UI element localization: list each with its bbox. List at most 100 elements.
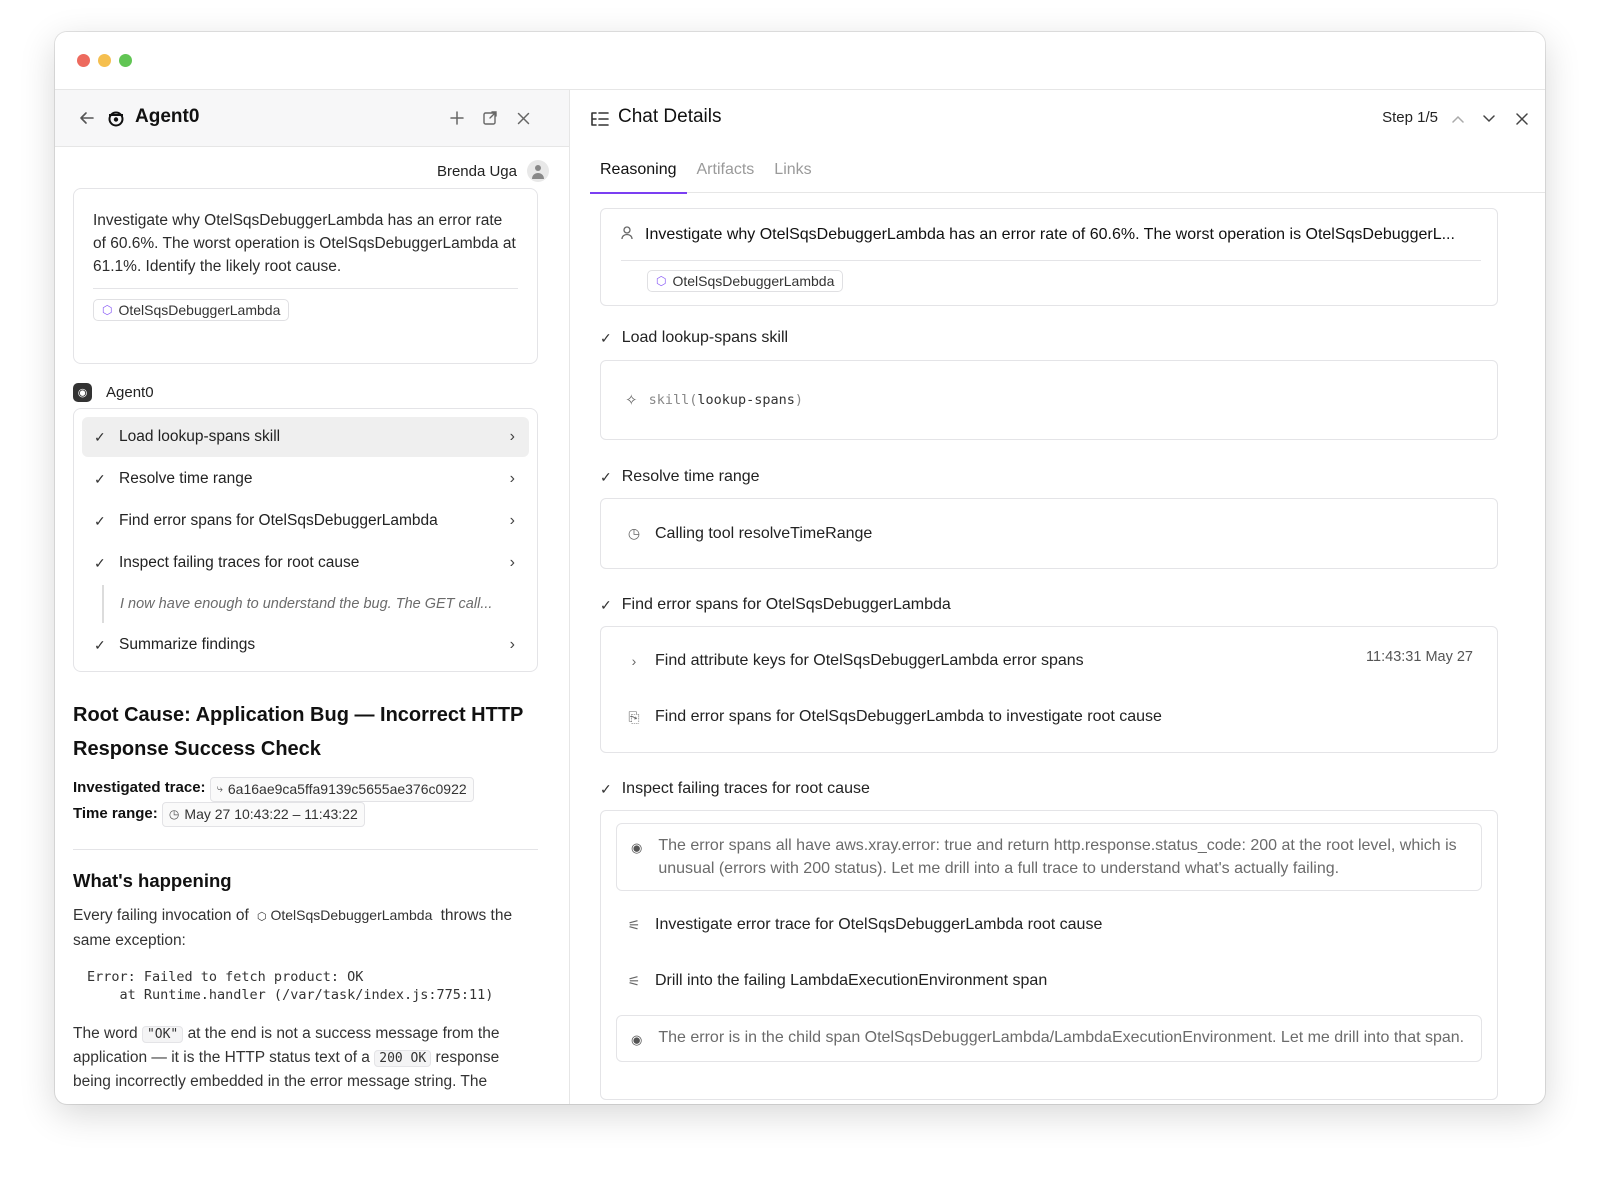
trace-row: Investigated trace: ⤷ 6a16ae9ca5ffa9139c… <box>73 776 538 802</box>
row-text: Drill into the failing LambdaExecutionEn… <box>655 972 1048 989</box>
section-title: Find error spans for OtelSqsDebuggerLamb… <box>621 596 951 613</box>
agent-chat-header: Agent0 <box>55 90 569 147</box>
trace-id-chip[interactable]: ⤷ 6a16ae9ca5ffa9139c5655ae376c0922 <box>209 777 474 802</box>
time-row: Time range: ◷ May 27 10:43:22 – 11:43:22 <box>73 802 538 827</box>
list-tree-icon <box>590 107 610 131</box>
back-arrow-icon[interactable] <box>77 106 97 130</box>
new-chat-plus-icon[interactable] <box>447 106 467 130</box>
agent-response-header: ◉ Agent0 <box>73 383 154 402</box>
report-title: Root Cause: Application Bug — Incorrect … <box>73 704 524 760</box>
request-text: Investigate why OtelSqsDebuggerLambda ha… <box>645 225 1455 243</box>
section-heading: What's happening <box>73 870 232 891</box>
thought-text: The error spans all have aws.xray.error:… <box>658 837 1457 877</box>
step-item-load-skill[interactable]: ✓ Load lookup-spans skill › <box>82 417 529 457</box>
inline-code: "OK" <box>141 1026 184 1043</box>
chevron-right-icon: › <box>509 428 515 445</box>
section-inspect-traces[interactable]: ✓ Inspect failing traces for root cause <box>600 779 1498 799</box>
chevron-right-icon: › <box>509 636 515 653</box>
service-inline-label: OtelSqsDebuggerLambda <box>270 907 433 923</box>
agent-logo-icon: ◉ <box>631 1032 643 1047</box>
time-range: May 27 10:43:22 – 11:43:22 <box>184 806 358 822</box>
step-item-find-error-spans[interactable]: ✓ Find error spans for OtelSqsDebuggerLa… <box>82 501 529 541</box>
agent-logo-icon: ◉ <box>631 840 643 855</box>
report-paragraph: Every failing invocation of ⬡ OtelSqsDeb… <box>73 904 538 952</box>
trace-icon: ⤷ <box>216 783 223 795</box>
chevron-down-icon[interactable] <box>1480 107 1498 131</box>
chevron-right-icon: › <box>509 512 515 529</box>
trace-id: 6a16ae9ca5ffa9139c5655ae376c0922 <box>227 781 467 797</box>
code-block: Error: Failed to fetch product: OK at Ru… <box>87 969 494 1003</box>
panel-title: Chat Details <box>618 106 722 127</box>
thought-box: ◉ The error is in the child span OtelSqs… <box>616 1015 1482 1062</box>
find-error-spans-row[interactable]: ⎘ Find error spans for OtelSqsDebuggerLa… <box>625 705 1497 729</box>
request-chip-row: ⬡ OtelSqsDebuggerLambda <box>647 270 1481 292</box>
cube-icon: ⬡ <box>656 274 667 288</box>
investigate-trace-row[interactable]: ⚟ Investigate error trace for OtelSqsDeb… <box>616 913 1482 937</box>
para-text: The word <box>73 1025 138 1042</box>
tool-call-text: Calling tool resolveTimeRange <box>655 524 873 542</box>
drill-span-row[interactable]: ⚟ Drill into the failing LambdaExecution… <box>616 969 1482 993</box>
section-title: Resolve time range <box>621 468 760 485</box>
service-chip-label: OtelSqsDebuggerLambda <box>118 302 281 318</box>
service-inline-chip[interactable]: ⬡ OtelSqsDebuggerLambda <box>253 907 436 923</box>
file-search-icon: ⎘ <box>628 708 640 725</box>
error-spans-card: › Find attribute keys for OtelSqsDebugge… <box>600 626 1498 753</box>
step-indicator: Step 1/5 <box>1382 109 1438 126</box>
wand-icon: ⚟ <box>627 916 641 933</box>
agent-title: Agent0 <box>135 106 200 127</box>
user-message-header: Brenda Uga <box>437 160 549 182</box>
close-icon[interactable] <box>513 106 533 130</box>
zoom-window-button[interactable] <box>119 54 132 67</box>
section-find-error-spans[interactable]: ✓ Find error spans for OtelSqsDebuggerLa… <box>600 595 1498 615</box>
minimize-window-button[interactable] <box>98 54 111 67</box>
section-title: Inspect failing traces for root cause <box>621 780 870 797</box>
step-item-resolve-time[interactable]: ✓ Resolve time range › <box>82 459 529 499</box>
check-icon: ✓ <box>600 329 612 346</box>
chevron-right-icon: › <box>631 653 637 669</box>
section-title: Load lookup-spans skill <box>621 329 789 346</box>
report-paragraph: The word "OK" at the end is not a succes… <box>73 1022 538 1093</box>
inspect-traces-card: ◉ The error spans all have aws.xray.erro… <box>600 810 1498 1100</box>
section-load-skill[interactable]: ✓ Load lookup-spans skill <box>600 328 1498 348</box>
tab-reasoning[interactable]: Reasoning <box>590 147 687 194</box>
step-item-inspect-traces[interactable]: ✓ Inspect failing traces for root cause … <box>82 543 529 583</box>
tool-call-card: ◷ Calling tool resolveTimeRange <box>600 498 1498 569</box>
clock-icon: ◷ <box>627 525 641 541</box>
step-label: Resolve time range <box>119 470 253 487</box>
chevron-up-icon[interactable] <box>1449 107 1467 131</box>
chat-details-header: Chat Details Step 1/5 <box>570 90 1545 147</box>
check-icon: ✓ <box>94 512 106 529</box>
skill-call-end: ) <box>794 392 804 408</box>
close-window-button[interactable] <box>77 54 90 67</box>
row-text: Find attribute keys for OtelSqsDebuggerL… <box>655 652 1084 669</box>
skill-call-fn: skill( <box>648 392 698 408</box>
thought-text: The error is in the child span OtelSqsDe… <box>658 1029 1465 1046</box>
section-resolve-time[interactable]: ✓ Resolve time range <box>600 467 1498 487</box>
step-label: Summarize findings <box>119 636 256 653</box>
step-label: Find error spans for OtelSqsDebuggerLamb… <box>119 512 438 529</box>
step-item-summarize[interactable]: ✓ Summarize findings › <box>82 625 529 665</box>
close-icon[interactable] <box>1513 107 1531 131</box>
service-chip[interactable]: ⬡ OtelSqsDebuggerLambda <box>647 270 844 292</box>
attribute-keys-row[interactable]: › Find attribute keys for OtelSqsDebugge… <box>625 649 1497 673</box>
thought-preview: I now have enough to understand the bug.… <box>102 585 529 623</box>
open-external-icon[interactable] <box>480 106 500 130</box>
row-text: Investigate error trace for OtelSqsDebug… <box>655 916 1103 933</box>
check-icon: ✓ <box>600 596 612 613</box>
tool-call-row[interactable]: ◷ Calling tool resolveTimeRange <box>625 525 872 543</box>
reasoning-content: Investigate why OtelSqsDebuggerLambda ha… <box>600 208 1498 1100</box>
check-icon: ✓ <box>94 470 106 487</box>
chat-details-panel: Chat Details Step 1/5 Reasoning Artifact… <box>570 90 1545 1104</box>
check-icon: ✓ <box>94 636 106 653</box>
prompt-divider <box>93 288 518 289</box>
trace-label: Investigated trace: <box>73 779 206 796</box>
tab-links[interactable]: Links <box>764 147 821 193</box>
tab-artifacts[interactable]: Artifacts <box>687 147 765 193</box>
service-chip[interactable]: ⬡ OtelSqsDebuggerLambda <box>93 299 290 321</box>
time-range-chip[interactable]: ◷ May 27 10:43:22 – 11:43:22 <box>161 802 365 827</box>
request-line: Investigate why OtelSqsDebuggerLambda ha… <box>621 209 1481 261</box>
step-label: Load lookup-spans skill <box>119 428 281 445</box>
user-prompt-text: Investigate why OtelSqsDebuggerLambda ha… <box>93 212 516 275</box>
report: Root Cause: Application Bug — Incorrect … <box>73 698 538 1093</box>
service-chip-label: OtelSqsDebuggerLambda <box>672 273 835 289</box>
